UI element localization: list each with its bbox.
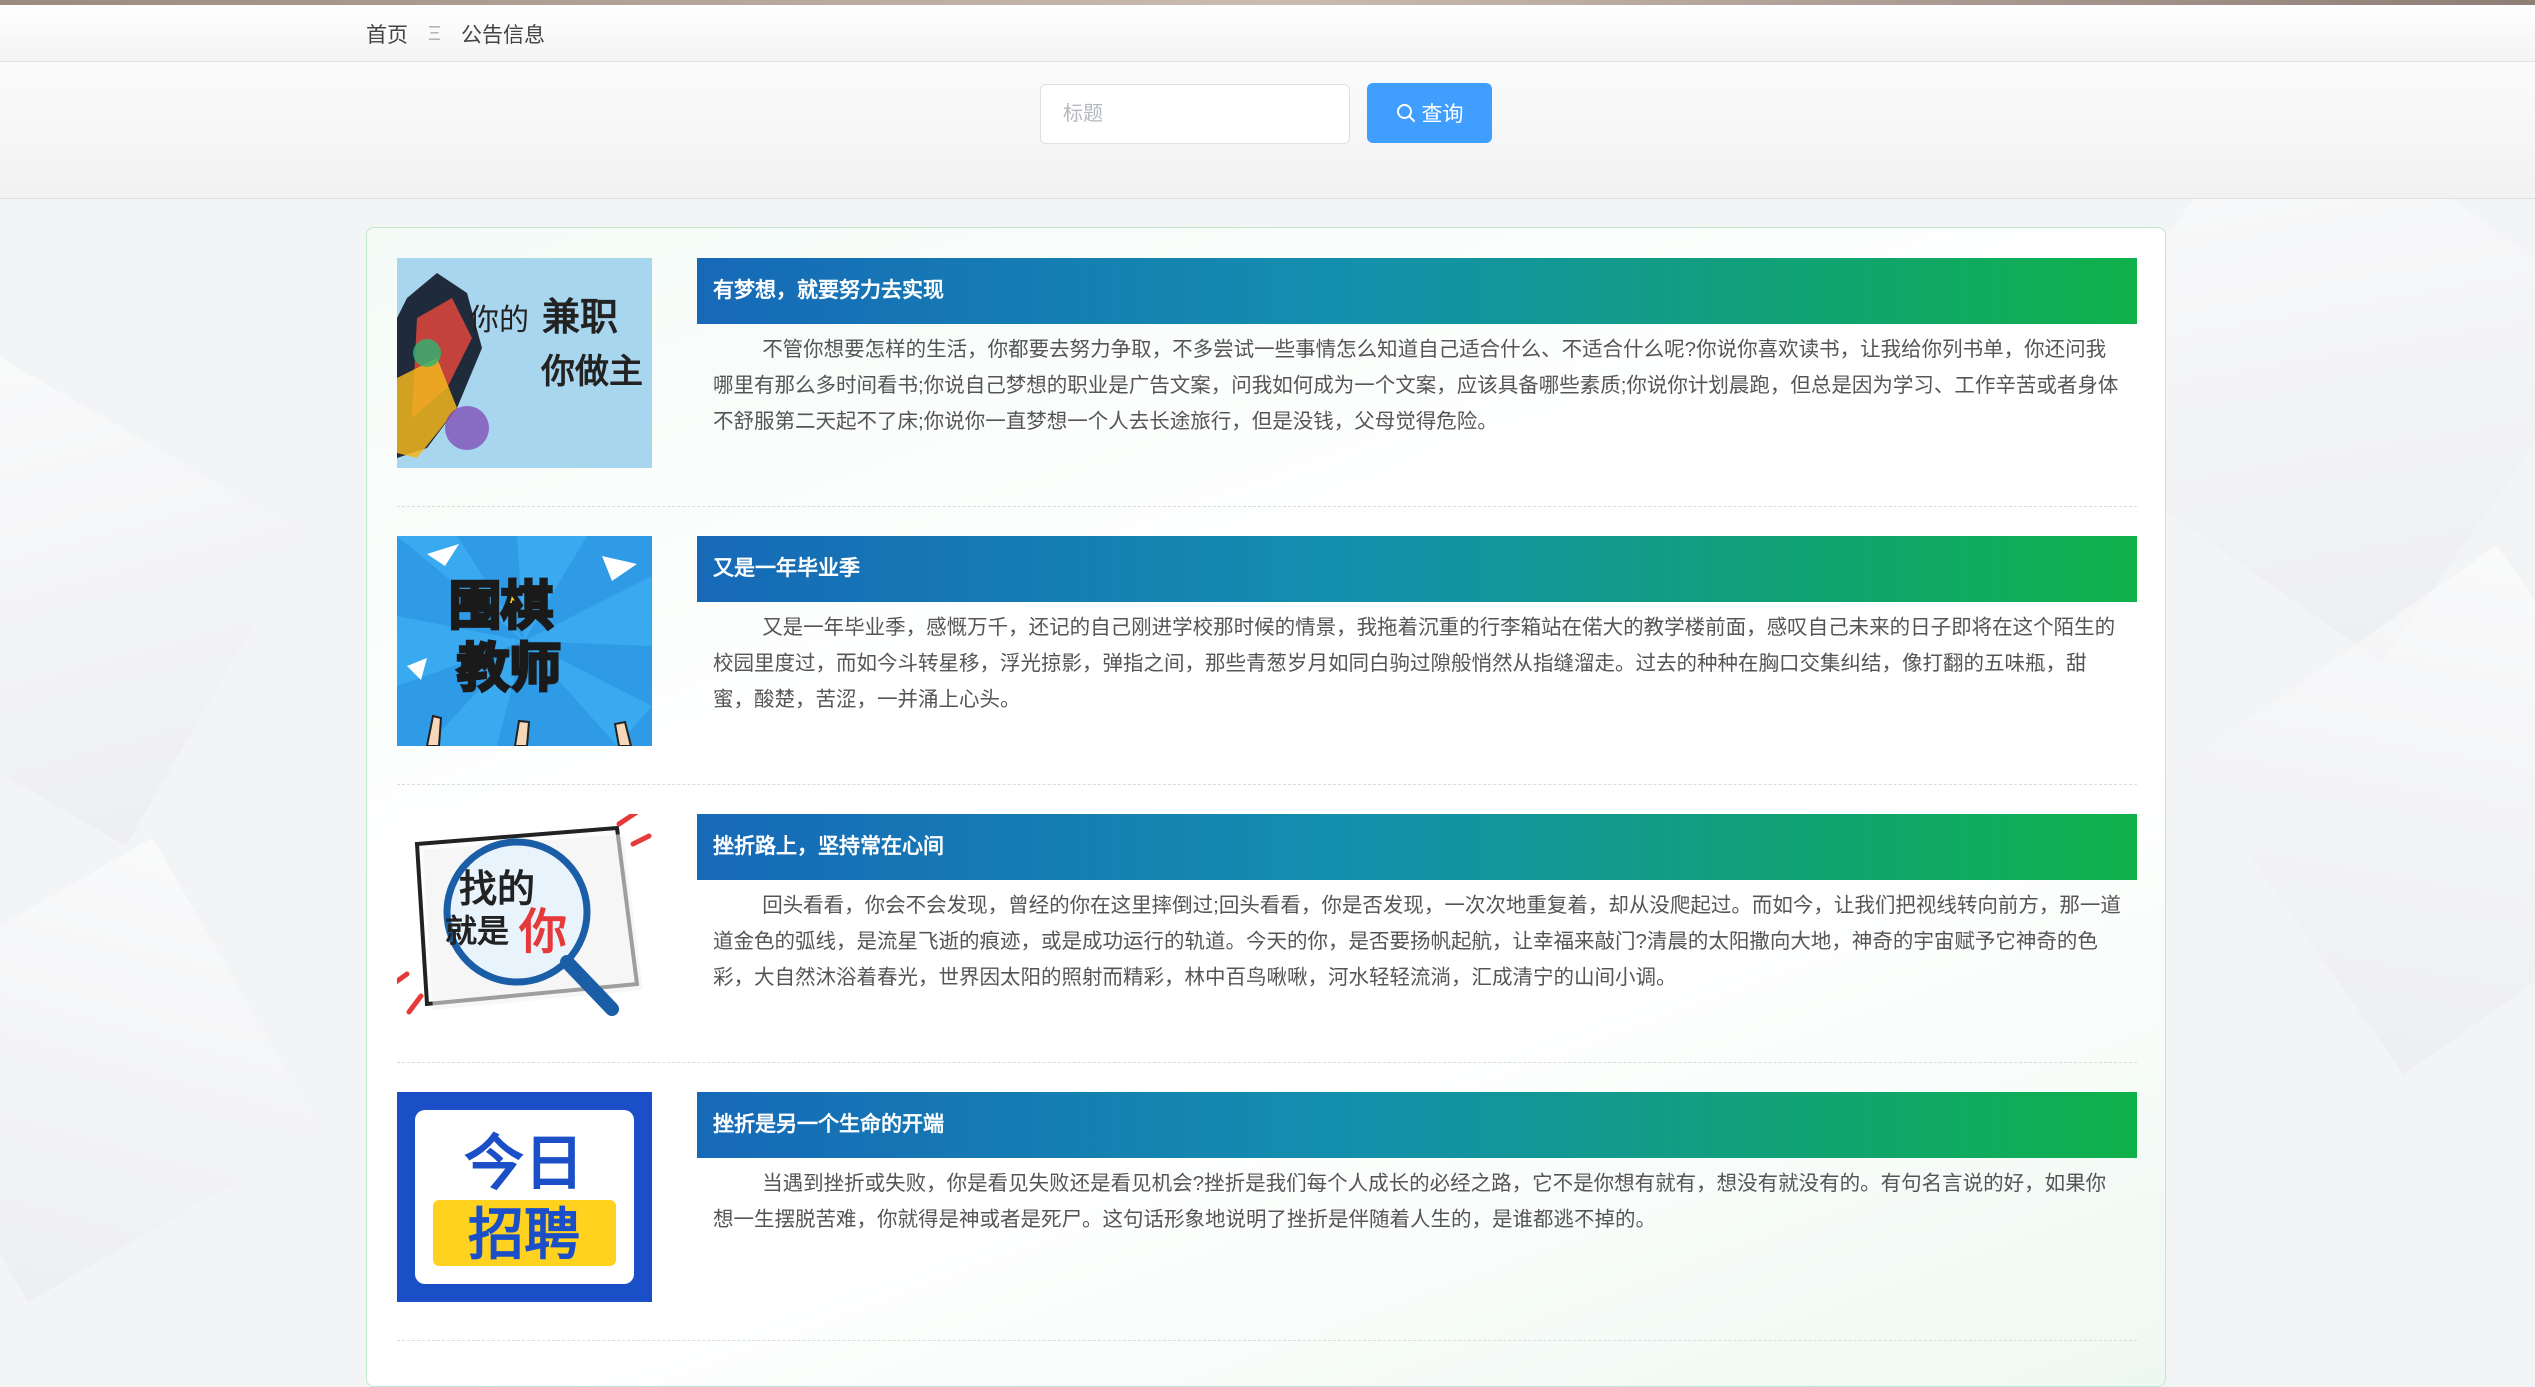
announcement-thumbnail[interactable]: 你的 兼职 你做主 xyxy=(397,258,652,468)
title-search-input[interactable] xyxy=(1040,84,1350,144)
announcement-content: 又是一年毕业季，感慨万千，还记的自己刚进学校那时候的情景，我拖着沉重的行李箱站在… xyxy=(713,616,2116,711)
thumbnail-text: 兼职 xyxy=(542,295,618,339)
announcement-item[interactable]: 今日 招聘 挫折是另一个生命的开端 当遇到挫折或失败，你是看见失败还是看见机会?… xyxy=(397,1062,2137,1341)
top-accent-line xyxy=(0,0,2535,5)
thumbnail-text: 教师 xyxy=(457,639,561,699)
announcement-title[interactable]: 又是一年毕业季 xyxy=(697,536,2137,602)
announcement-title[interactable]: 有梦想，就要努力去实现 xyxy=(697,258,2137,324)
announcement-title[interactable]: 挫折是另一个生命的开端 xyxy=(697,1092,2137,1158)
announcement-list: 你的 兼职 你做主 有梦想，就要努力去实现 不管你想要怎样的生活，你都要去努力争… xyxy=(366,227,2166,1387)
breadcrumb-home-link[interactable]: 首页 xyxy=(366,19,408,49)
breadcrumb: 首页 Ξ 公告信息 xyxy=(366,19,545,49)
thumbnail-text: 招聘 xyxy=(468,1203,580,1268)
announcement-title[interactable]: 挫折路上，坚持常在心间 xyxy=(697,814,2137,880)
search-button-label: 查询 xyxy=(1421,103,1464,126)
breadcrumb-current: 公告信息 xyxy=(461,24,545,47)
breadcrumb-separator: Ξ xyxy=(428,22,441,45)
announcement-content: 不管你想要怎样的生活，你都要去努力争取，不多尝试一些事情怎么知道自己适合什么、不… xyxy=(713,338,2119,433)
announcement-thumbnail[interactable]: 围棋 教师 xyxy=(397,536,652,746)
thumbnail-text: 你 xyxy=(518,904,567,960)
breadcrumb-bar: 首页 Ξ 公告信息 xyxy=(0,5,2535,62)
thumbnail-text: 今日 xyxy=(464,1129,584,1199)
search-bar: 查询 xyxy=(0,62,2535,199)
search-icon xyxy=(1396,104,1415,122)
thumbnail-text: 围棋 xyxy=(449,577,553,637)
announcement-content: 回头看看，你会不会发现，曾经的你在这里摔倒过;回头看看，你是否发现，一次次地重复… xyxy=(713,894,2121,989)
announcement-thumbnail[interactable]: 找的 就是 你 xyxy=(397,814,652,1024)
announcement-thumbnail[interactable]: 今日 招聘 xyxy=(397,1092,652,1302)
thumbnail-text: 你的 xyxy=(469,303,529,338)
announcement-item[interactable]: 找的 就是 你 挫折路上，坚持常在心间 回头看看，你会不会发现，曾经的你在这里摔… xyxy=(397,784,2137,1063)
search-button[interactable]: 查询 xyxy=(1367,83,1492,143)
announcement-content: 当遇到挫折或失败，你是看见失败还是看见机会?挫折是我们每个人成长的必经之路，它不… xyxy=(713,1172,2107,1231)
thumbnail-text: 就是 xyxy=(445,912,509,950)
thumbnail-text: 你做主 xyxy=(540,352,643,392)
announcement-item[interactable]: 围棋 教师 又是一年毕业季 又是一年毕业季，感慨万千，还记的自己刚进学校那时候的… xyxy=(397,506,2137,785)
announcement-item[interactable]: 你的 兼职 你做主 有梦想，就要努力去实现 不管你想要怎样的生活，你都要去努力争… xyxy=(397,228,2137,507)
